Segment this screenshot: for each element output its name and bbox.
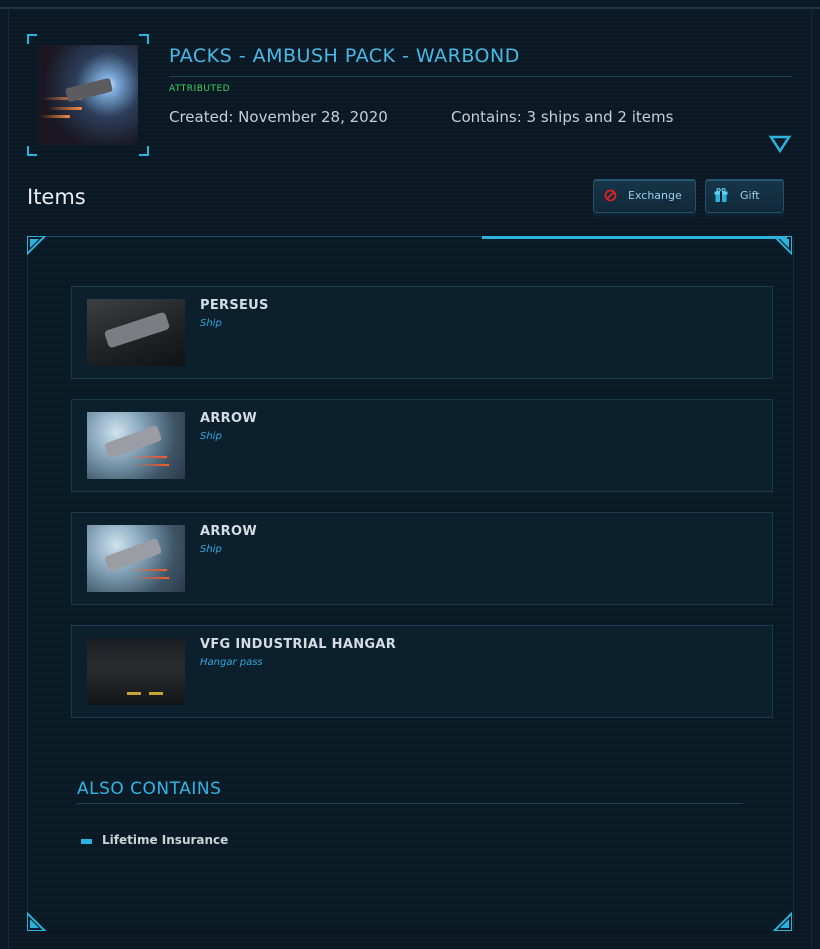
list-item[interactable]: VFG INDUSTRIAL HANGAR Hangar pass xyxy=(71,625,773,718)
gift-box-icon xyxy=(714,187,728,206)
item-type: Ship xyxy=(200,431,222,442)
corner-bracket xyxy=(139,34,149,44)
item-name: ARROW xyxy=(200,524,257,539)
pack-thumbnail xyxy=(27,34,149,156)
button-glow xyxy=(593,213,696,219)
corner-triangle xyxy=(27,236,47,256)
list-item[interactable]: ARROW Ship xyxy=(71,512,773,605)
also-contains-item: Lifetime Insurance xyxy=(102,833,229,847)
created-date: Created: November 28, 2020 xyxy=(169,108,388,126)
corner-triangle xyxy=(772,236,792,256)
exchange-button[interactable]: Exchange xyxy=(593,179,696,213)
chevron-down-icon[interactable] xyxy=(768,133,792,155)
panel-accent-bar xyxy=(482,236,787,239)
item-thumbnail xyxy=(87,412,185,479)
pack-image xyxy=(38,45,138,145)
list-item[interactable]: ARROW Ship xyxy=(71,399,773,492)
contents-summary: Contains: 3 ships and 2 items xyxy=(451,108,674,126)
item-thumbnail xyxy=(87,638,185,705)
no-entry-icon xyxy=(604,189,617,205)
item-name: ARROW xyxy=(200,411,257,426)
corner-triangle xyxy=(27,911,47,931)
items-heading: Items xyxy=(27,185,86,209)
gift-button[interactable]: Gift xyxy=(705,179,784,213)
item-type: Ship xyxy=(200,318,222,329)
button-glow xyxy=(705,213,784,219)
list-item[interactable]: PERSEUS Ship xyxy=(71,286,773,379)
status-badge: ATTRIBUTED xyxy=(169,84,231,94)
item-type: Ship xyxy=(200,544,222,555)
exchange-label: Exchange xyxy=(628,189,682,202)
corner-bracket xyxy=(27,34,37,44)
also-contains-heading: ALSO CONTAINS xyxy=(77,779,222,799)
bullet-icon xyxy=(81,839,92,844)
title-divider xyxy=(169,76,792,77)
corner-bracket xyxy=(27,146,37,156)
item-name: VFG INDUSTRIAL HANGAR xyxy=(200,637,397,652)
pack-title: PACKS - AMBUSH PACK - WARBOND xyxy=(169,45,520,67)
also-contains-divider xyxy=(77,803,743,804)
item-thumbnail xyxy=(87,299,185,366)
gift-label: Gift xyxy=(740,189,760,202)
corner-bracket xyxy=(139,146,149,156)
item-thumbnail xyxy=(87,525,185,592)
item-type: Hangar pass xyxy=(200,657,263,668)
corner-triangle xyxy=(772,911,792,931)
item-name: PERSEUS xyxy=(200,298,269,313)
